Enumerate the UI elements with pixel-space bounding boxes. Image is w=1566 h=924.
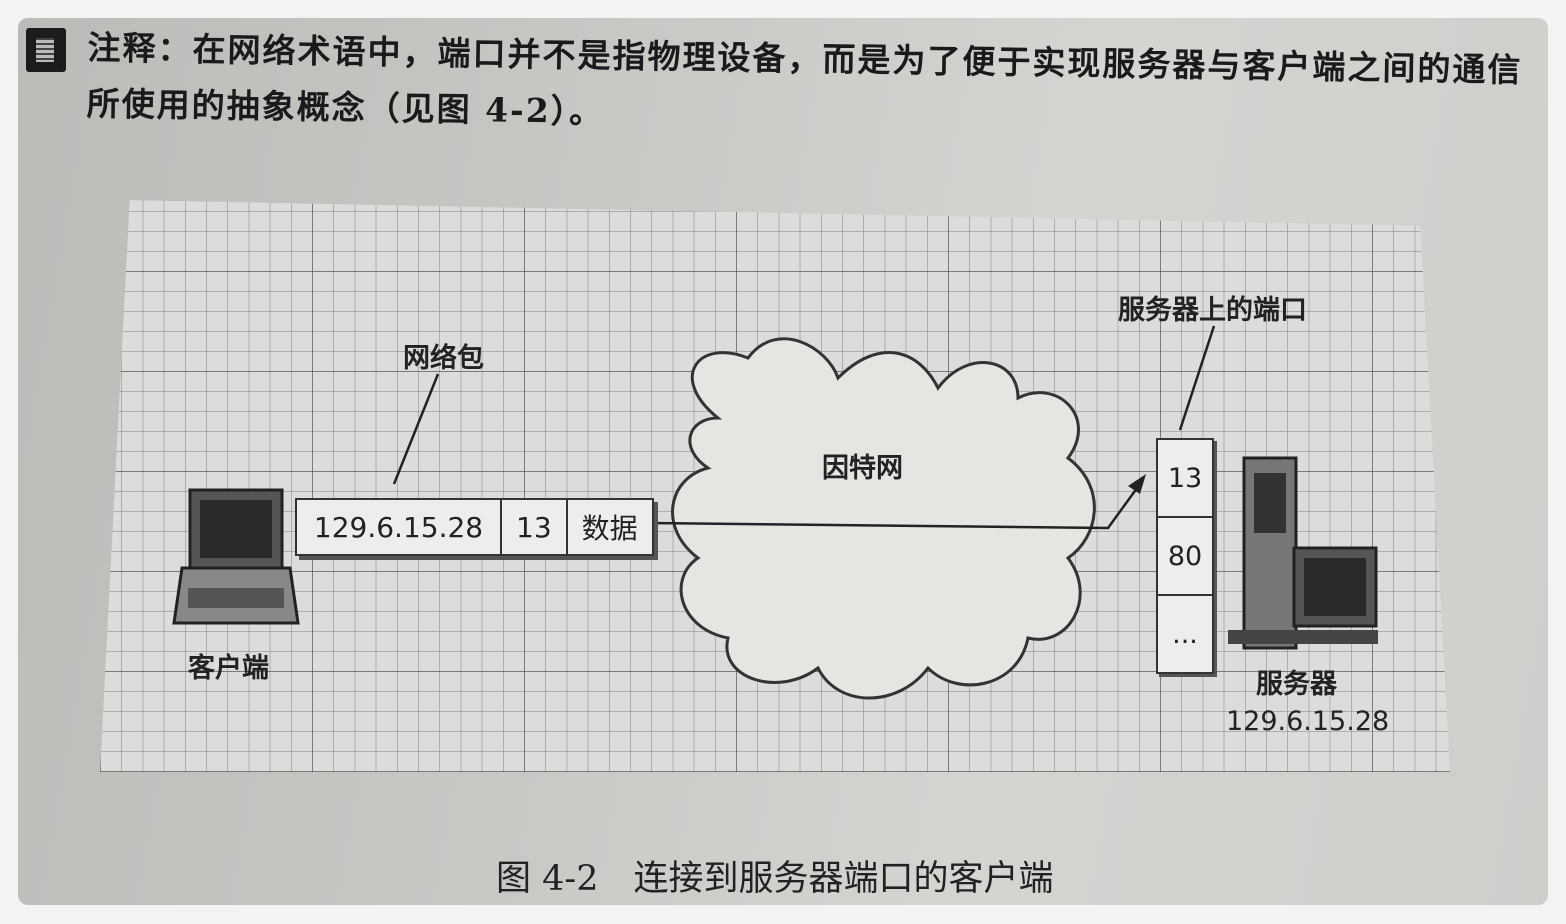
internet-cloud <box>671 337 1096 700</box>
internet-label: 因特网 <box>822 453 903 484</box>
client-label: 客户端 <box>188 653 269 684</box>
server-ports: 13 80 ... <box>1156 438 1214 674</box>
arrow-head-icon <box>1128 474 1146 494</box>
port-80: 80 <box>1158 518 1212 596</box>
network-packet: 129.6.15.28 13 数据 <box>295 498 654 556</box>
client-computer-icon <box>172 488 300 625</box>
packet-ip: 129.6.15.28 <box>297 500 502 554</box>
port-13: 13 <box>1158 440 1212 518</box>
packet-label: 网络包 <box>403 343 484 374</box>
packet-port: 13 <box>502 500 568 554</box>
server-ip: 129.6.15.28 <box>1226 706 1390 737</box>
port-more: ... <box>1172 618 1198 650</box>
packet-leader-line <box>392 373 440 485</box>
server-port-label: 服务器上的端口 <box>1118 295 1307 326</box>
book-page-photo: 注释：在网络术语中，端口并不是指物理设备，而是为了便于实现服务器与客户端之间的通… <box>18 18 1548 905</box>
server-label: 服务器 <box>1256 669 1337 700</box>
diagram-graphics <box>172 325 1378 700</box>
figure-caption: 图 4-2 连接到服务器端口的客户端 <box>496 859 1054 899</box>
packet-data: 数据 <box>581 512 638 545</box>
port-leader-line <box>1178 325 1216 431</box>
server-computer-icon <box>1228 456 1378 650</box>
